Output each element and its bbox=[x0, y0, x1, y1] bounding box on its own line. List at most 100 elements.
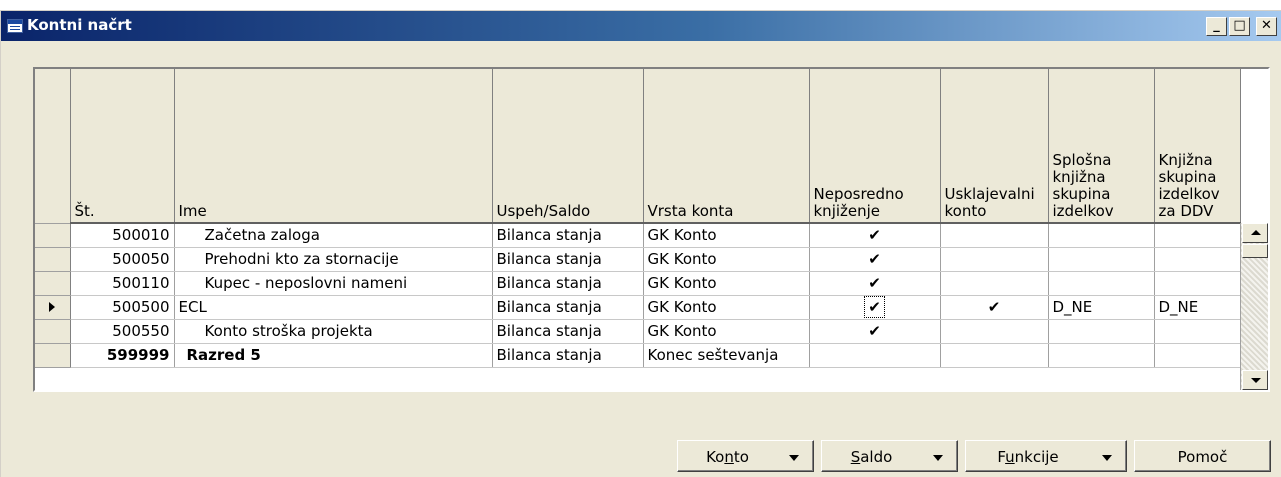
cell-ime[interactable]: Začetna zaloga bbox=[174, 223, 493, 248]
checkmark-icon[interactable]: ✔ bbox=[864, 296, 885, 318]
cell-uspeh-saldo[interactable]: Bilanca stanja bbox=[492, 247, 644, 272]
column-header-st[interactable]: Št. bbox=[70, 69, 175, 224]
close-button[interactable]: ✕ bbox=[1256, 17, 1277, 36]
header-row: Št. Ime Uspeh/Saldo Vrsta konta Neposred… bbox=[35, 69, 1241, 224]
scroll-thumb[interactable] bbox=[1242, 244, 1268, 258]
cell-neposredno-knjizenje[interactable]: ✔ bbox=[809, 223, 941, 248]
column-header-vrsta-konta[interactable]: Vrsta konta bbox=[643, 69, 810, 224]
column-header-neposredno-knjizenje[interactable]: Neposredno knjiženje bbox=[809, 69, 941, 224]
cell-ddv-skupina[interactable] bbox=[1154, 223, 1241, 248]
cell-splosna-skupina[interactable] bbox=[1048, 271, 1155, 296]
scroll-down-button[interactable] bbox=[1242, 370, 1268, 390]
window: Kontni načrt _ □ ✕ Št. Ime Uspeh/Saldo V… bbox=[0, 10, 1281, 477]
row-selector[interactable] bbox=[35, 223, 71, 248]
maximize-button[interactable]: □ bbox=[1229, 17, 1250, 36]
cell-uspeh-saldo[interactable]: Bilanca stanja bbox=[492, 295, 644, 320]
cell-usklajevalni-konto[interactable] bbox=[940, 223, 1049, 248]
checkmark-icon[interactable]: ✔ bbox=[868, 226, 881, 244]
cell-ime[interactable]: ECL bbox=[174, 295, 493, 320]
cell-neposredno-knjizenje[interactable]: ✔ bbox=[809, 271, 941, 296]
cell-splosna-skupina[interactable] bbox=[1048, 319, 1155, 344]
table-row-current[interactable]: 500500 ECL Bilanca stanja GK Konto ✔ ✔ D… bbox=[35, 295, 1241, 320]
cell-st[interactable]: 500500 bbox=[70, 295, 175, 320]
cell-vrsta-konta[interactable]: GK Konto bbox=[643, 319, 810, 344]
column-header-ime[interactable]: Ime bbox=[174, 69, 493, 224]
cell-ddv-skupina[interactable] bbox=[1154, 247, 1241, 272]
funkcije-menu-label: Funkcije bbox=[997, 448, 1059, 466]
row-selector[interactable] bbox=[35, 247, 71, 272]
pomoc-button[interactable]: Pomoč bbox=[1134, 440, 1271, 472]
cell-ime[interactable]: Kupec - neposlovni nameni bbox=[174, 271, 493, 296]
cell-splosna-skupina[interactable] bbox=[1048, 247, 1155, 272]
column-header-splosna-skupina[interactable]: Splošna knjižna skupina izdelkov bbox=[1048, 69, 1155, 224]
cell-neposredno-knjizenje[interactable]: ✔ bbox=[809, 295, 941, 320]
cell-vrsta-konta[interactable]: GK Konto bbox=[643, 247, 810, 272]
cell-uspeh-saldo[interactable]: Bilanca stanja bbox=[492, 271, 644, 296]
cell-neposredno-knjizenje[interactable] bbox=[809, 343, 941, 368]
cell-vrsta-konta[interactable]: Konec seštevanja bbox=[643, 343, 810, 368]
table-row[interactable]: 500010 Začetna zaloga Bilanca stanja GK … bbox=[35, 223, 1241, 248]
cell-splosna-skupina[interactable] bbox=[1048, 343, 1155, 368]
minimize-button[interactable]: _ bbox=[1206, 17, 1227, 36]
row-pointer-icon bbox=[49, 302, 56, 312]
saldo-menu-label: Saldo bbox=[850, 448, 893, 466]
chevron-down-icon bbox=[1102, 455, 1112, 461]
cell-neposredno-knjizenje[interactable]: ✔ bbox=[809, 319, 941, 344]
cell-uspeh-saldo[interactable]: Bilanca stanja bbox=[492, 343, 644, 368]
cell-uspeh-saldo[interactable]: Bilanca stanja bbox=[492, 319, 644, 344]
title-bar[interactable]: Kontni načrt _ □ ✕ bbox=[1, 11, 1281, 41]
scroll-up-button[interactable] bbox=[1242, 223, 1268, 243]
cell-usklajevalni-konto[interactable] bbox=[940, 247, 1049, 272]
cell-st[interactable]: 500110 bbox=[70, 271, 175, 296]
funkcije-menu-button[interactable]: Funkcije bbox=[965, 440, 1127, 472]
cell-st[interactable]: 500050 bbox=[70, 247, 175, 272]
cell-usklajevalni-konto[interactable] bbox=[940, 271, 1049, 296]
accounts-grid[interactable]: Št. Ime Uspeh/Saldo Vrsta konta Neposred… bbox=[33, 67, 1270, 392]
konto-menu-label: Konto bbox=[706, 448, 749, 466]
column-header-uspeh-saldo[interactable]: Uspeh/Saldo bbox=[492, 69, 644, 224]
cell-st[interactable]: 500010 bbox=[70, 223, 175, 248]
cell-ime[interactable]: Prehodni kto za stornacije bbox=[174, 247, 493, 272]
cell-uspeh-saldo[interactable]: Bilanca stanja bbox=[492, 223, 644, 248]
table-row[interactable]: 500550 Konto stroška projekta Bilanca st… bbox=[35, 319, 1241, 344]
cell-vrsta-konta[interactable]: GK Konto bbox=[643, 223, 810, 248]
cell-st[interactable]: 599999 bbox=[70, 343, 175, 368]
table-row[interactable]: 500110 Kupec - neposlovni nameni Bilanca… bbox=[35, 271, 1241, 296]
vertical-scrollbar[interactable] bbox=[1240, 223, 1268, 390]
row-selector[interactable] bbox=[35, 271, 71, 296]
checkmark-icon[interactable]: ✔ bbox=[868, 322, 881, 340]
konto-menu-button[interactable]: Konto bbox=[677, 440, 814, 472]
row-selector[interactable] bbox=[35, 319, 71, 344]
cell-usklajevalni-konto[interactable]: ✔ bbox=[940, 295, 1049, 320]
cell-ddv-skupina[interactable]: D_NE bbox=[1154, 295, 1241, 320]
column-header-usklajevalni-konto[interactable]: Usklajevalni konto bbox=[940, 69, 1049, 224]
cell-vrsta-konta[interactable]: GK Konto bbox=[643, 295, 810, 320]
cell-neposredno-knjizenje[interactable]: ✔ bbox=[809, 247, 941, 272]
cell-usklajevalni-konto[interactable] bbox=[940, 343, 1049, 368]
checkmark-icon[interactable]: ✔ bbox=[868, 250, 881, 268]
table-row-total[interactable]: 599999 Razred 5 Bilanca stanja Konec seš… bbox=[35, 343, 1241, 368]
cell-ddv-skupina[interactable] bbox=[1154, 319, 1241, 344]
checkmark-icon[interactable]: ✔ bbox=[988, 298, 1001, 316]
checkmark-icon[interactable]: ✔ bbox=[868, 274, 881, 292]
cell-ime[interactable]: Konto stroška projekta bbox=[174, 319, 493, 344]
cell-splosna-skupina[interactable]: D_NE bbox=[1048, 295, 1155, 320]
cell-st[interactable]: 500550 bbox=[70, 319, 175, 344]
pomoc-label: Pomoč bbox=[1177, 448, 1228, 466]
row-selector[interactable] bbox=[35, 343, 71, 368]
table-icon bbox=[7, 19, 23, 33]
row-selector-header[interactable] bbox=[35, 69, 71, 224]
row-selector-current[interactable] bbox=[35, 295, 71, 320]
cell-ime[interactable]: Razred 5 bbox=[174, 343, 493, 368]
cell-ddv-skupina[interactable] bbox=[1154, 343, 1241, 368]
cell-splosna-skupina[interactable] bbox=[1048, 223, 1155, 248]
column-header-ddv-skupina[interactable]: Knjižna skupina izdelkov za DDV bbox=[1154, 69, 1241, 224]
table-row[interactable]: 500050 Prehodni kto za stornacije Bilanc… bbox=[35, 247, 1241, 272]
saldo-menu-button[interactable]: Saldo bbox=[821, 440, 958, 472]
cell-ddv-skupina[interactable] bbox=[1154, 271, 1241, 296]
cell-vrsta-konta[interactable]: GK Konto bbox=[643, 271, 810, 296]
accounts-table: Št. Ime Uspeh/Saldo Vrsta konta Neposred… bbox=[35, 69, 1241, 368]
chevron-down-icon bbox=[789, 455, 799, 461]
window-title: Kontni načrt bbox=[27, 16, 132, 34]
cell-usklajevalni-konto[interactable] bbox=[940, 319, 1049, 344]
